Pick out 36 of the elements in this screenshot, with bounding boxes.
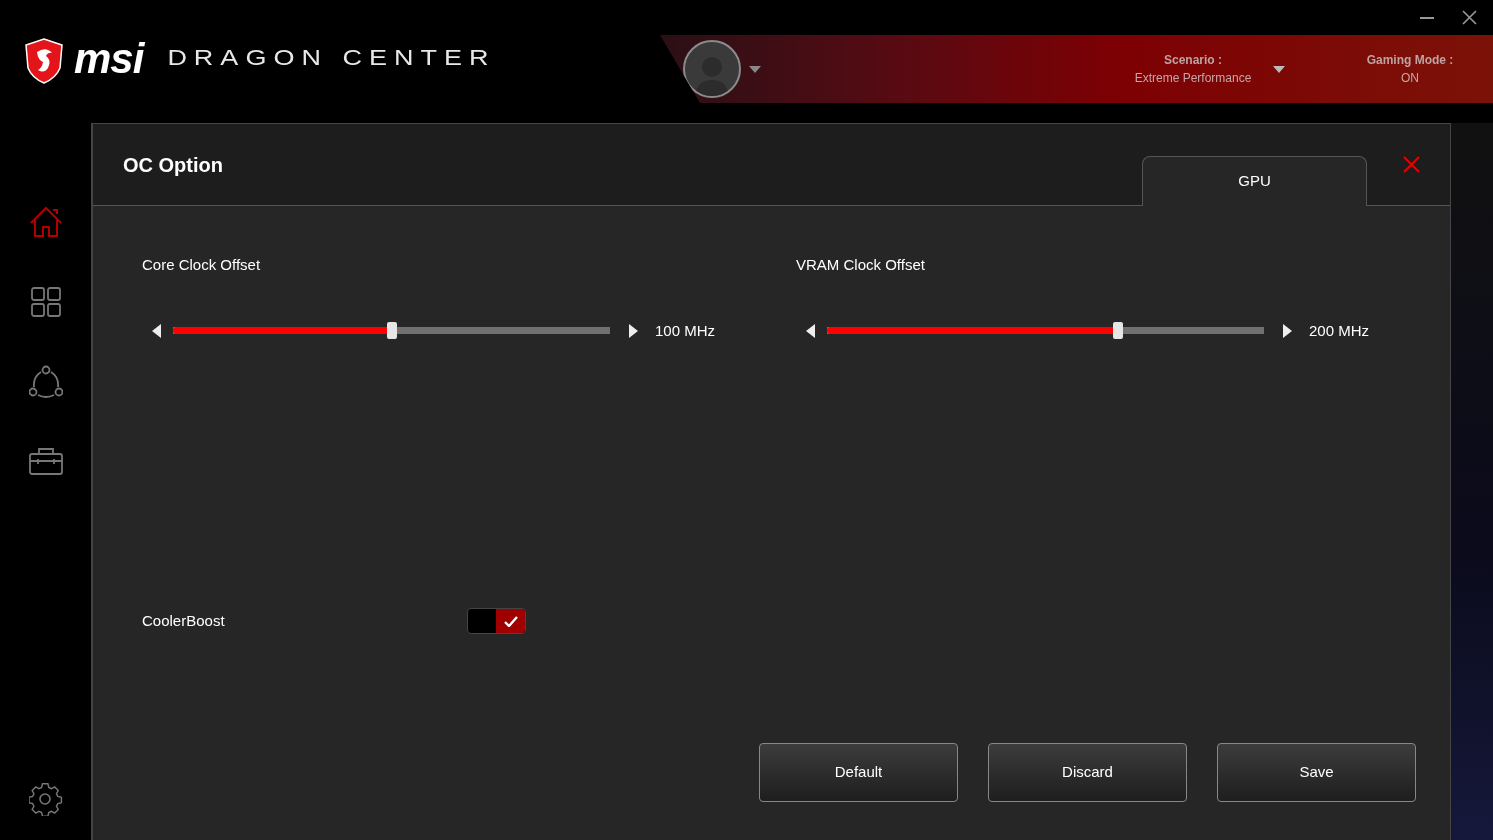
- slider-value: 100 MHz: [655, 320, 716, 341]
- toggle-label: CoolerBoost: [142, 610, 226, 631]
- caret-icon[interactable]: [749, 65, 761, 73]
- settings-icon[interactable]: [28, 782, 63, 816]
- toggle-switch[interactable]: [467, 608, 526, 634]
- sidebar-home-button[interactable]: [28, 205, 63, 239]
- person-silhouette-icon: [695, 54, 729, 96]
- slider-label: VRAM Clock Offset: [796, 255, 926, 275]
- dragon-shield-logo: [24, 38, 64, 84]
- avatar-button[interactable]: [683, 40, 741, 98]
- gaming-mode-value: ON: [1401, 70, 1419, 87]
- gaming-mode-label: Gaming Mode :: [1366, 52, 1454, 69]
- caret-icon[interactable]: [1273, 65, 1285, 73]
- app-title: DRAGON CENTER: [167, 45, 496, 73]
- minimize-icon[interactable]: [1420, 16, 1434, 19]
- dialog-title: OC Option: [123, 152, 223, 178]
- tab[interactable]: GPU: [1142, 156, 1367, 206]
- slider-thumb[interactable]: [1112, 322, 1123, 340]
- scenario-label: Scenario :: [1164, 52, 1222, 69]
- action-button[interactable]: Default: [759, 743, 958, 802]
- close-icon[interactable]: [1462, 10, 1477, 25]
- increase-arrow-icon[interactable]: [1282, 323, 1292, 338]
- sidebar-grid-button[interactable]: [28, 285, 63, 319]
- slider-thumb[interactable]: [386, 322, 397, 340]
- increase-arrow-icon[interactable]: [628, 323, 638, 338]
- sidebar-connected-circles-button[interactable]: [28, 365, 63, 399]
- slider-label: Core Clock Offset: [142, 255, 262, 275]
- scenario-value: Extreme Performance: [1134, 70, 1252, 87]
- action-button[interactable]: Discard: [988, 743, 1187, 802]
- decrease-arrow-icon[interactable]: [806, 323, 816, 338]
- brand-logo-text: msi: [74, 38, 144, 80]
- decrease-arrow-icon[interactable]: [152, 323, 162, 338]
- close-icon[interactable]: [1403, 156, 1420, 173]
- slider-value: 200 MHz: [1309, 320, 1370, 341]
- check-icon: [503, 615, 518, 627]
- action-button[interactable]: Save: [1217, 743, 1416, 802]
